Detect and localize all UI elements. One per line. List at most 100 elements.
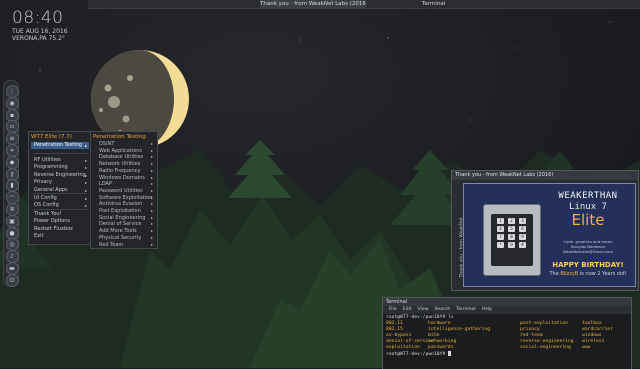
terminal-prompt: root@WT7-dev:/pwn10f# xyxy=(386,351,452,358)
menu-item-label: OS Config xyxy=(34,202,59,209)
submenu-item-label: OSINT xyxy=(99,141,115,147)
keypad-key: 3 xyxy=(519,218,526,224)
task-terminal[interactable]: Terminal xyxy=(422,0,482,8)
globe-icon[interactable]: ◉ xyxy=(5,96,19,110)
submenu-item-label: LDAP xyxy=(99,181,112,188)
birthday-subtext: The BlizzyB is now 2 Years old! xyxy=(542,271,634,278)
menu-item-label: Restart Fluxbox xyxy=(34,225,73,232)
directory-entry: reverse-engineering xyxy=(520,338,574,344)
submenu-item-label: Post Exploitation xyxy=(99,208,141,214)
directory-entry: wardcarrier xyxy=(582,326,614,332)
keypad-key: 0 xyxy=(508,242,515,248)
task-thank-you[interactable]: Thank you - from WeakNet Labs (2016) xyxy=(260,0,366,8)
keypad-key: * xyxy=(497,242,504,248)
terminal-menu-edit[interactable]: Edit xyxy=(403,307,412,312)
menu-item-restart-fluxbox[interactable]: Restart Fluxbox xyxy=(31,226,89,233)
credits: Code, graphics and music Douglas Berdeau… xyxy=(544,239,632,254)
submenu-item-label: Database Utilities xyxy=(99,154,144,161)
terminal-menu-help[interactable]: Help xyxy=(482,307,492,312)
terminal-cursor xyxy=(448,351,452,356)
clock-time: 08:40 xyxy=(12,8,64,28)
window-side-label: Thank you - from WeakNet xyxy=(454,183,465,283)
submenu-item-label: Radio Frequency xyxy=(99,167,141,174)
clock-date: TUE AUG 16, 2016 xyxy=(12,28,68,35)
menu-item-label: General Apps xyxy=(34,186,68,193)
top-taskbar: Thank you - from WeakNet Labs (2016) Ter… xyxy=(88,0,640,9)
start-menu-title: WT7 Elite (7.7) xyxy=(31,134,72,140)
keypad-key: 2 xyxy=(508,218,515,224)
menu-item-programming[interactable]: Programming ▸ xyxy=(31,164,89,171)
brand-block: WEAKERTHAN Linux 7 Elite xyxy=(544,191,632,229)
clock-location: VERONA,PA 75.2° xyxy=(12,35,65,42)
submenu-penetration-testing: Penetration Testing OSINT ▸ Web Applicatio… xyxy=(90,131,158,249)
menu-item-label: Programming xyxy=(34,164,68,171)
chevron-right-icon: ▸ xyxy=(84,158,87,163)
terminal-menu-view[interactable]: View xyxy=(418,307,429,312)
menu-item-ui-config[interactable]: UI Config ▸ xyxy=(31,195,89,202)
submenu-item-red-team[interactable]: Red Team ▸ xyxy=(99,242,155,249)
keypad-key: 9 xyxy=(519,234,526,240)
keypad-key: # xyxy=(519,242,526,248)
keypad-key: 5 xyxy=(508,226,515,232)
chevron-right-icon: ▸ xyxy=(150,241,153,247)
window-title[interactable]: Thank you - from WeakNet Labs (2016) xyxy=(452,171,638,180)
thank-you-window: Thank you - from WeakNet Labs (2016) Tha… xyxy=(451,170,639,291)
sub-post: is now 2 Years old! xyxy=(578,271,627,277)
directory-entry: www xyxy=(582,344,591,350)
terminal-output[interactable]: root@WT7-dev:/pwn10f# ls 802.11 802.15 av-… xyxy=(386,315,628,357)
menu-item-label: Privacy xyxy=(34,179,53,186)
terminal-menu-file[interactable]: File xyxy=(389,307,397,312)
terminal-menu-bar: File Edit View Search Terminal Help xyxy=(383,306,631,314)
menu-item-thank-you[interactable]: Thank You! xyxy=(31,211,89,218)
keypad-key: 7 xyxy=(497,234,504,240)
submenu-item-label: Password Utilities xyxy=(99,187,143,194)
keypad-device-illustration: 1 2 3 4 5 6 7 8 9 * 0 # xyxy=(483,204,541,276)
menu-item-rf-utilities[interactable]: RF Utilities ▸ xyxy=(31,157,89,164)
submenu-item-label: Physical Security xyxy=(99,234,142,241)
submenu-item-label: Network Utilities xyxy=(99,161,141,168)
terminal-menu-terminal[interactable]: Terminal xyxy=(456,307,475,312)
chevron-right-icon: ▸ xyxy=(84,143,87,148)
thank-you-card: 1 2 3 4 5 6 7 8 9 * 0 # WEAKERTHAN Linux 7 Elite Co… xyxy=(463,183,636,287)
left-dock: ⋮ ◉ ▪ ▫ ≡ ⋄ ◆ ⚷ ▮ ◠ ✲ ▣ ● ◎ ♪ ▬ ⏻ xyxy=(3,80,19,287)
chevron-right-icon: ▸ xyxy=(84,180,87,186)
submenu-item-label: Web Applications xyxy=(99,147,143,154)
submenu-item-label: Add More Tools xyxy=(99,228,137,235)
menu-item-label: Penetration Testing xyxy=(34,142,82,148)
shield-icon[interactable]: ◆ xyxy=(5,155,19,169)
power-icon[interactable]: ⏻ xyxy=(5,273,19,287)
menu-item-penetration-testing[interactable]: Penetration Testing ▸ xyxy=(31,142,89,150)
menu-item-label: UI Config xyxy=(34,195,57,201)
terminal-menu-search[interactable]: Search xyxy=(435,307,451,312)
submenu-item-label: Antivirus Evasion xyxy=(99,201,143,208)
directory-entry: denial-of-service xyxy=(386,338,434,344)
menu-separator xyxy=(33,209,87,210)
desktop-clock: 08:40 TUE AUG 16, 2016 VERONA,PA 75.2° xyxy=(12,8,68,42)
terminal-ls-column: post-exploitation privacy red-team reverse-… xyxy=(520,321,574,351)
lock-icon[interactable]: ▣ xyxy=(5,214,19,228)
menu-item-exit[interactable]: Exit xyxy=(31,233,89,240)
start-menu: WT7 Elite (7.7) Penetration Testing ▸ RF U… xyxy=(28,131,92,245)
menu-item-privacy[interactable]: Privacy ▸ xyxy=(31,179,89,186)
terminal-title[interactable]: Terminal xyxy=(383,298,631,306)
terminal-window: Terminal File Edit View Search Terminal Help … xyxy=(382,297,632,369)
menu-item-label: Thank You! xyxy=(34,211,62,217)
chevron-right-icon: ▸ xyxy=(84,165,87,171)
terminal-prompt-text: root@WT7-dev:/pwn10f# xyxy=(386,352,446,357)
menu-item-label: Reverse Engineering xyxy=(34,171,86,178)
chevron-right-icon: ▸ xyxy=(84,172,87,178)
menu-item-power-options[interactable]: Power Options xyxy=(31,218,89,225)
submenu-item-label: Denial of Service xyxy=(99,221,142,228)
menu-item-label: Power Options xyxy=(34,218,70,225)
sub-pre: The xyxy=(549,271,561,277)
menu-item-reverse-engineering[interactable]: Reverse Engineering ▸ xyxy=(31,172,89,179)
keypad-key: 8 xyxy=(508,234,515,240)
directory-entry: intelligence-gathering xyxy=(428,326,491,332)
directory-entry: exploitation xyxy=(386,344,420,350)
brand-line-3: Elite xyxy=(571,211,605,229)
brand-line-1: WEAKERTHAN xyxy=(558,191,618,201)
terminal-ls-column: 802.11 802.15 av-bypass denial-of-service ex… xyxy=(386,321,434,351)
menu-separator xyxy=(33,153,87,154)
keypad-key: 6 xyxy=(519,226,526,232)
sub-name: BlizzyB xyxy=(560,271,579,277)
